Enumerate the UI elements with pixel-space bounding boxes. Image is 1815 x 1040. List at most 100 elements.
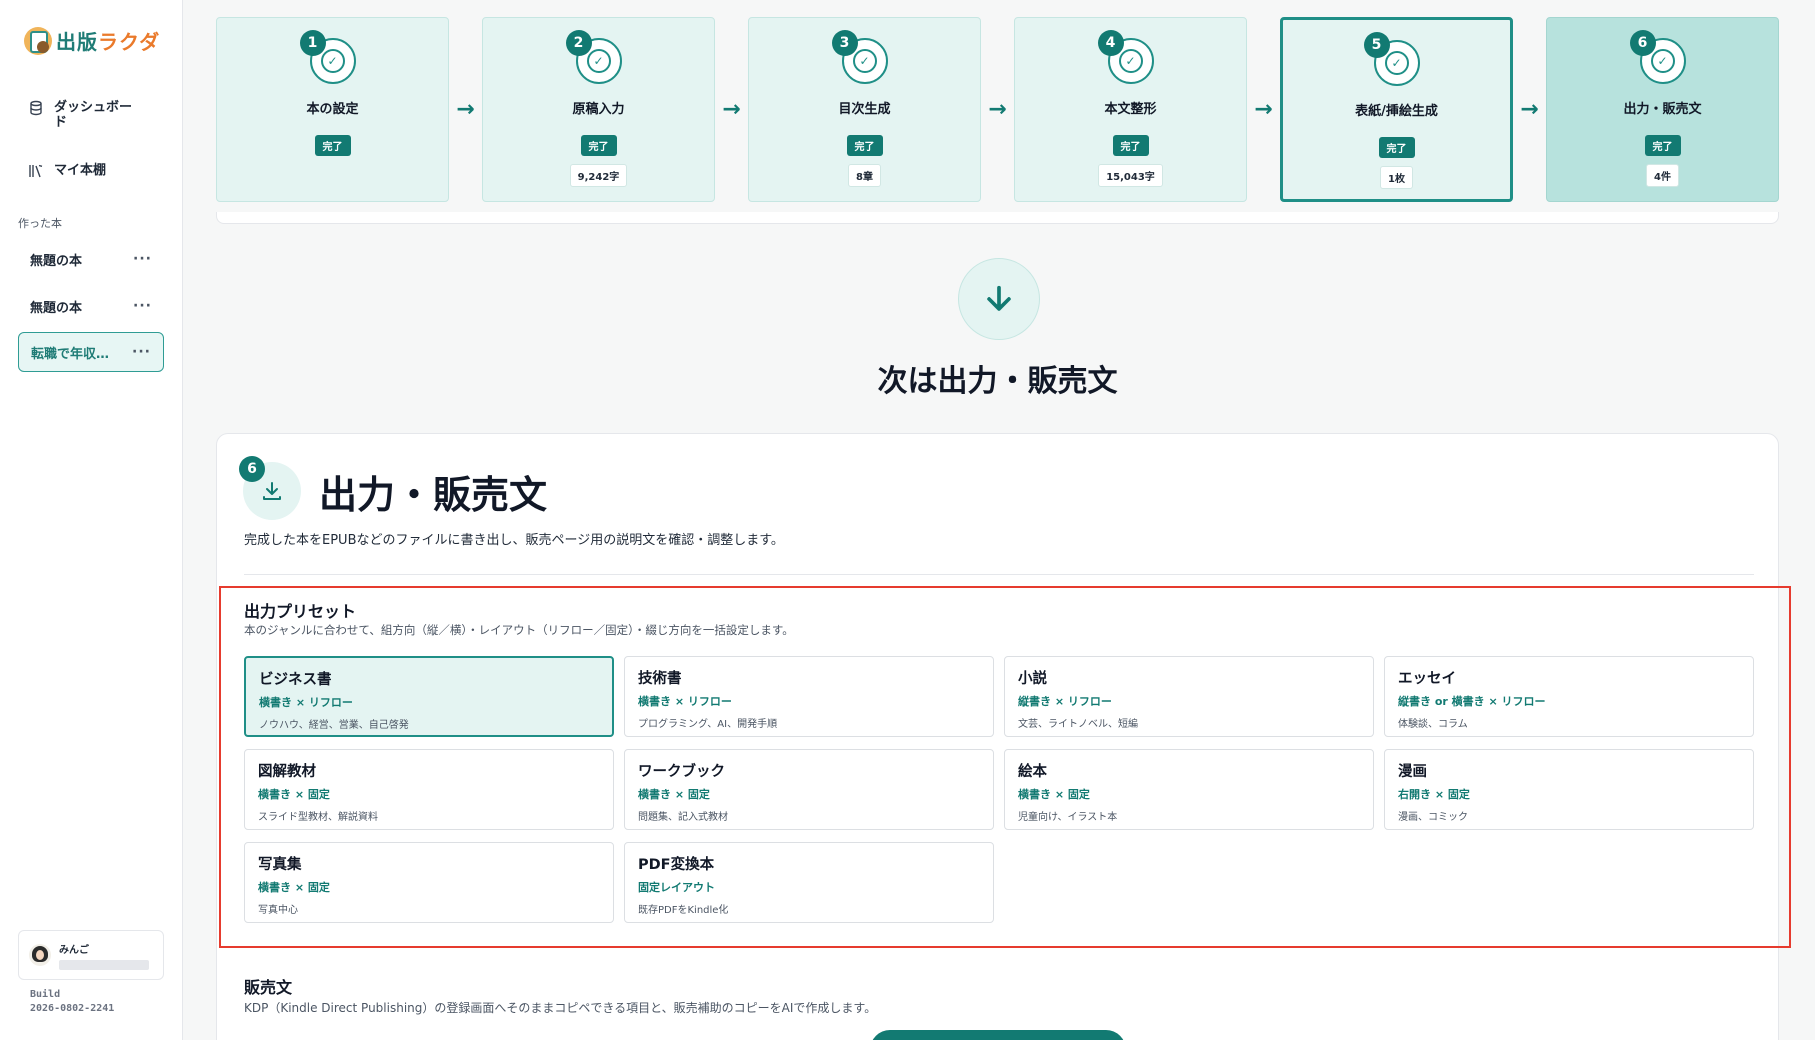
preset-card-technical[interactable]: 技術書 横書き × リフロー プログラミング、AI、開発手順	[624, 656, 994, 737]
preset-name: ワークブック	[638, 764, 725, 780]
arrow-right-icon: →	[988, 97, 1007, 122]
step-title: 原稿入力	[572, 102, 625, 117]
logo-text: 出版ラクダ	[56, 30, 161, 54]
preset-card-manga[interactable]: 漫画 右開き × 固定 漫画、コミック	[1384, 749, 1754, 830]
step-card-5[interactable]: 5 ✓ 表紙/挿絵生成 完了 1枚	[1280, 17, 1513, 202]
preset-examples: プログラミング、AI、開発手順	[638, 719, 778, 730]
preset-card-novel[interactable]: 小説 縦書き × リフロー 文芸、ライトノベル、短編	[1004, 656, 1374, 737]
generate-sales-copy-button[interactable]	[870, 1030, 1126, 1040]
preset-card-essay[interactable]: エッセイ 縦書き or 横書き × リフロー 体験談、コラム	[1384, 656, 1754, 737]
preset-examples: 漫画、コミック	[1398, 812, 1468, 823]
step-card-2[interactable]: 2 ✓ 原稿入力 完了 9,242字	[482, 17, 715, 202]
arrow-right-icon: →	[456, 97, 475, 122]
preset-card-photobook[interactable]: 写真集 横書き × 固定 写真中心	[244, 842, 614, 923]
check-icon: ✓	[852, 49, 877, 73]
download-icon	[263, 482, 281, 500]
preset-examples: スライド型教材、解説資料	[258, 812, 378, 823]
preset-card-illustrated-material[interactable]: 図解教材 横書き × 固定 スライド型教材、解説資料	[244, 749, 614, 830]
section-title: 出力・販売文	[319, 473, 548, 517]
step-status-circle: 6 ✓	[1629, 30, 1686, 84]
app-logo[interactable]: 出版ラクダ	[24, 26, 160, 55]
preset-spec: 横書き × 固定	[258, 881, 330, 894]
preset-card-picture-book[interactable]: 絵本 横書き × 固定 児童向け、イラスト本	[1004, 749, 1374, 830]
check-icon: ✓	[320, 49, 345, 73]
user-email-redacted	[59, 959, 149, 970]
step-meta: 9,242字	[569, 164, 628, 187]
status-badge: 完了	[580, 135, 617, 156]
step-card-1[interactable]: 1 ✓ 本の設定 完了	[216, 17, 449, 202]
nav-bookshelf-label: マイ本棚	[54, 163, 107, 178]
preset-spec: 右開き × 固定	[1398, 788, 1470, 801]
book-item-active[interactable]: 転職で年収… ···	[18, 332, 164, 372]
step-card-6[interactable]: 6 ✓ 出力・販売文 完了 4件	[1546, 17, 1779, 202]
book-item[interactable]: 無題の本 ···	[18, 286, 164, 326]
section-description: 完成した本をEPUBなどのファイルに書き出し、販売ページ用の説明文を確認・調整し…	[244, 533, 784, 548]
panel-edge	[216, 212, 1779, 224]
preset-name: PDF変換本	[638, 857, 715, 873]
preset-spec: 横書き × リフロー	[259, 696, 353, 709]
build-value: 2026-0802-2241	[30, 1003, 115, 1014]
arrow-right-icon: →	[722, 97, 741, 122]
preset-name: ビジネス書	[259, 672, 332, 688]
sales-copy-description: KDP（Kindle Direct Publishing）の登録画面へそのままコ…	[244, 1001, 877, 1015]
step-card-4[interactable]: 4 ✓ 本文整形 完了 15,043字	[1014, 17, 1247, 202]
divider	[244, 574, 1754, 575]
sales-copy-heading: 販売文	[244, 978, 293, 997]
preset-card-business[interactable]: ビジネス書 横書き × リフロー ノウハウ、経営、営業、自己啓発	[244, 656, 614, 737]
status-badge: 完了	[314, 135, 351, 156]
preset-card-workbook[interactable]: ワークブック 横書き × 固定 問題集、記入式教材	[624, 749, 994, 830]
preset-name: 小説	[1018, 671, 1047, 687]
nav-dashboard-label: ダッシュボード	[54, 100, 133, 130]
step-title: 目次生成	[838, 102, 891, 117]
preset-examples: 児童向け、イラスト本	[1018, 812, 1118, 823]
step-meta: 8章	[848, 164, 881, 187]
book-item[interactable]: 無題の本 ···	[18, 239, 164, 279]
sidebar: 出版ラクダ ダッシュボード マイ本棚 作った本 無題の本 ··· 無題の本 ··…	[0, 0, 183, 1040]
step-status-circle: 2 ✓	[565, 30, 622, 84]
preset-name: 絵本	[1018, 764, 1047, 780]
nav-my-bookshelf[interactable]: マイ本棚	[28, 163, 144, 179]
step-number: 2	[565, 30, 592, 56]
preset-spec: 横書き × 固定	[258, 788, 330, 801]
preset-examples: 写真中心	[258, 905, 298, 916]
book-title: 無題の本	[30, 253, 83, 269]
step-number: 4	[1097, 30, 1124, 56]
preset-name: 図解教材	[258, 764, 316, 780]
user-name: みんご	[59, 944, 89, 956]
preset-description: 本のジャンルに合わせて、組方向（縦／横）・レイアウト（リフロー／固定）・綴じ方向…	[244, 623, 794, 637]
step-meta: 4件	[1646, 164, 1679, 187]
books-section-label: 作った本	[18, 217, 62, 230]
status-badge: 完了	[1112, 135, 1149, 156]
more-options-icon[interactable]: ···	[133, 251, 152, 267]
next-step-indicator	[958, 258, 1040, 340]
step-number: 6	[1629, 30, 1656, 56]
preset-spec: 横書き × 固定	[1018, 788, 1090, 801]
preset-name: エッセイ	[1398, 671, 1456, 687]
check-icon: ✓	[1384, 51, 1409, 75]
step-number: 3	[831, 30, 858, 56]
user-card[interactable]: みんご	[18, 930, 164, 980]
nav-dashboard[interactable]: ダッシュボード	[28, 100, 144, 130]
step-status-circle: 3 ✓	[831, 30, 888, 84]
step-title: 出力・販売文	[1623, 102, 1702, 117]
step-number: 5	[1363, 32, 1390, 58]
next-step-title: 次は出力・販売文	[877, 364, 1118, 399]
database-icon	[30, 100, 42, 116]
step-number: 6	[239, 456, 265, 482]
bookshelf-icon	[29, 164, 43, 178]
more-options-icon[interactable]: ···	[132, 344, 151, 360]
status-badge: 完了	[846, 135, 883, 156]
step-card-3[interactable]: 3 ✓ 目次生成 完了 8章	[748, 17, 981, 202]
build-info: Build 2026-0802-2241	[30, 988, 114, 1016]
preset-card-pdf-conversion[interactable]: PDF変換本 固定レイアウト 既存PDFをKindle化	[624, 842, 994, 923]
step-number: 1	[299, 30, 326, 56]
preset-spec: 縦書き or 横書き × リフロー	[1398, 695, 1546, 708]
more-options-icon[interactable]: ···	[133, 298, 152, 314]
preset-examples: 既存PDFをKindle化	[638, 905, 729, 916]
status-badge: 完了	[1378, 137, 1415, 158]
arrow-down-icon	[987, 285, 1011, 311]
step-title: 表紙/挿絵生成	[1355, 104, 1438, 119]
step-title: 本文整形	[1104, 102, 1157, 117]
build-label: Build	[30, 989, 61, 1000]
progress-stepper: 1 ✓ 本の設定 完了 → 2 ✓ 原稿入力 完了 9,242字 → 3 ✓ 目…	[216, 17, 1779, 202]
